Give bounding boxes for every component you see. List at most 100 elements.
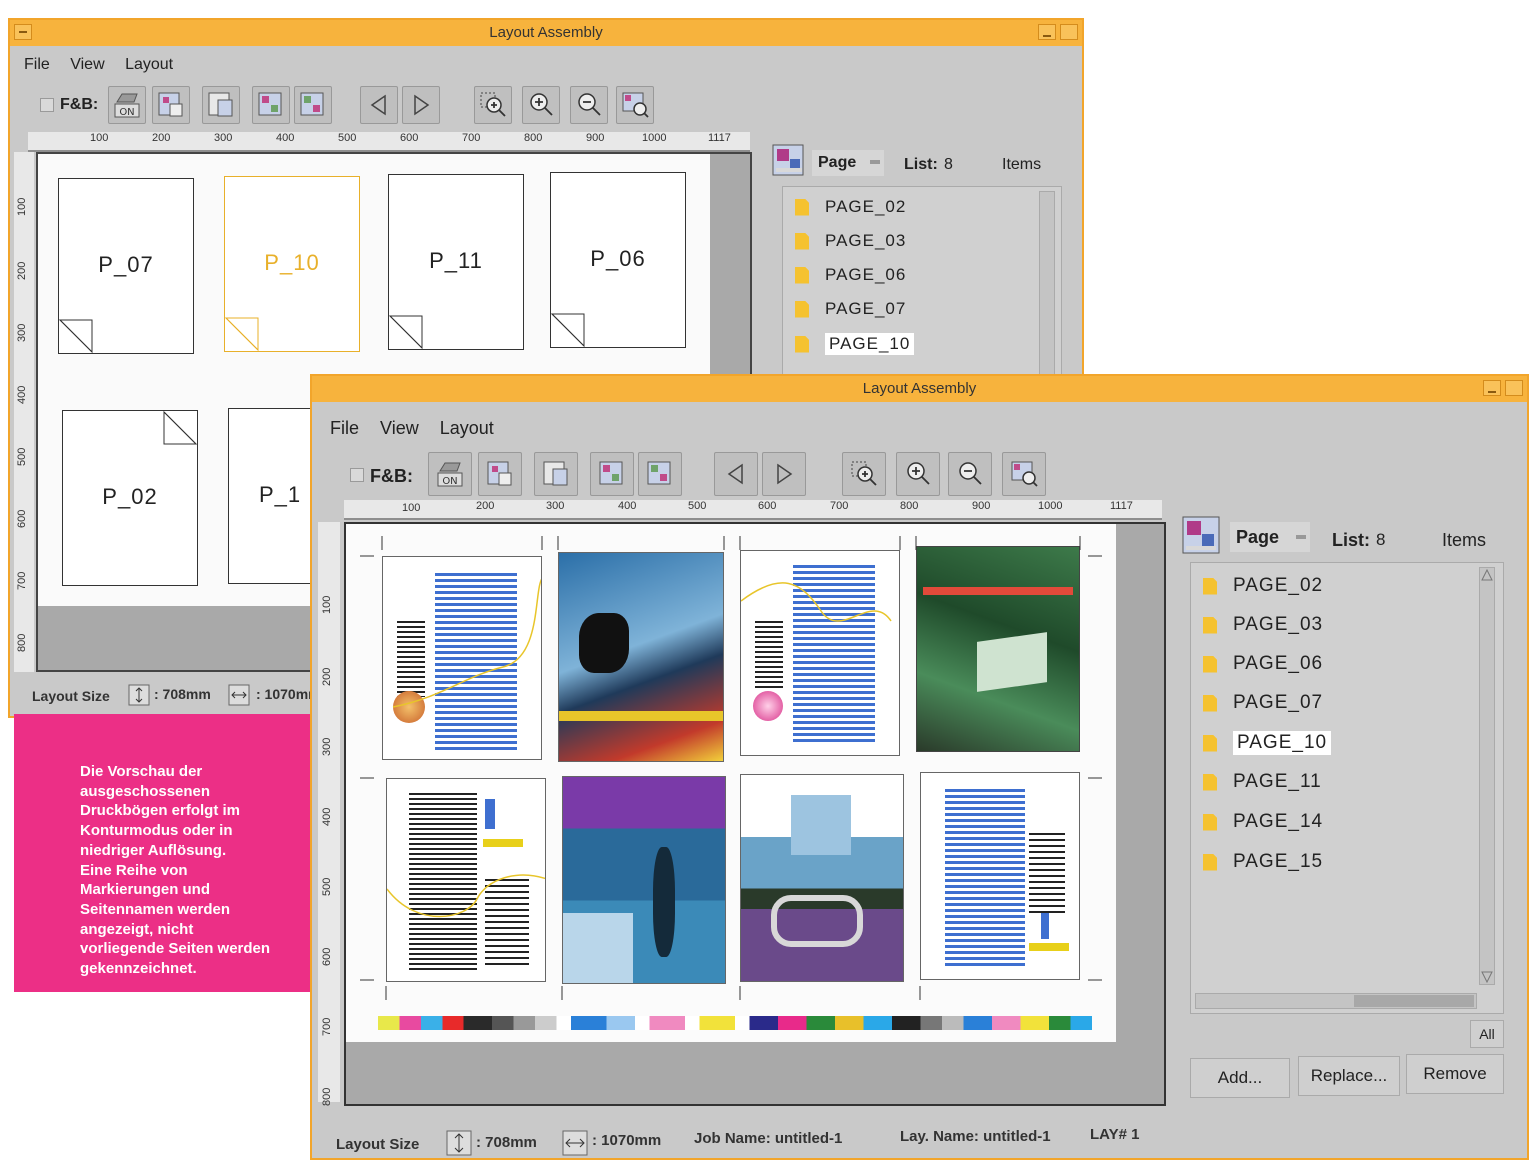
front-layout-canvas[interactable] [344, 522, 1166, 1106]
front-minimize-button[interactable] [1483, 380, 1501, 396]
right-arrow-icon [414, 94, 430, 116]
back-prev-button[interactable] [360, 86, 398, 124]
back-next-button[interactable] [402, 86, 440, 124]
sheet-layout-icon [158, 92, 183, 117]
back-page-p11[interactable]: P_11 [388, 174, 524, 350]
back-sheet-front-button[interactable] [152, 86, 190, 124]
list-item[interactable]: PAGE_14 [1203, 811, 1323, 833]
back-remove-sheet-button[interactable] [294, 86, 332, 124]
back-minimize-button[interactable] [1038, 24, 1056, 40]
front-menu-file[interactable]: File [330, 418, 359, 439]
front-list-vertical-scrollbar[interactable] [1479, 567, 1495, 985]
front-add-sheet-button[interactable] [590, 452, 634, 496]
back-menu-view[interactable]: View [70, 56, 104, 74]
back-toolbar: F&B: ON [10, 82, 1082, 126]
back-page-p10[interactable]: P_10 [224, 176, 360, 352]
page-file-icon [795, 335, 809, 353]
back-title-bar[interactable]: Layout Assembly [10, 20, 1082, 46]
front-remove-sheet-button[interactable] [638, 452, 682, 496]
back-vertical-ruler: 100 200 300 400 500 600 700 800 [14, 152, 34, 672]
front-maximize-button[interactable] [1505, 380, 1523, 396]
front-on-toggle-button[interactable]: ON [428, 452, 472, 496]
list-item[interactable]: PAGE_15 [1203, 851, 1323, 873]
front-ruler-h-700: 700 [830, 500, 849, 512]
front-sheet-front-button[interactable] [478, 452, 522, 496]
front-list-item-label: PAGE_10 [1233, 731, 1332, 755]
front-sheet-back-button[interactable] [534, 452, 578, 496]
front-list-horizontal-scrollbar[interactable] [1195, 993, 1477, 1009]
front-page-panel: Page List: 8 Items PAGE_02 PAGE_03 PAGE_… [1178, 506, 1518, 1116]
chevron-down-icon [1296, 535, 1306, 539]
replace-button[interactable]: Replace... [1298, 1056, 1400, 1096]
back-page-list[interactable]: PAGE_02 PAGE_03 PAGE_06 PAGE_07 PAGE_10 [782, 186, 1062, 382]
front-zoom-fit-button[interactable] [1002, 452, 1046, 496]
front-zoom-out-button[interactable] [948, 452, 992, 496]
back-ruler-h-100: 100 [90, 132, 109, 144]
list-item[interactable]: PAGE_11 [1203, 771, 1322, 793]
front-page-type-dropdown[interactable]: Page [1230, 522, 1310, 552]
back-zoom-out-button[interactable] [570, 86, 608, 124]
back-page-p06[interactable]: P_06 [550, 172, 686, 348]
list-item[interactable]: PAGE_02 [795, 197, 906, 217]
back-ruler-v-500: 500 [16, 447, 28, 466]
back-zoom-fit-button[interactable] [616, 86, 654, 124]
list-item[interactable]: PAGE_03 [1203, 614, 1323, 636]
right-arrow-icon [777, 463, 793, 485]
back-menu-layout[interactable]: Layout [125, 56, 173, 74]
back-maximize-button[interactable] [1060, 24, 1078, 40]
front-title-bar[interactable]: Layout Assembly [312, 376, 1527, 402]
list-item-selected[interactable]: PAGE_10 [1203, 731, 1332, 755]
height-icon [446, 1130, 472, 1156]
front-ruler-v-100: 100 [321, 595, 333, 614]
front-menu-layout[interactable]: Layout [440, 418, 494, 439]
back-page-p1x-label: P_1 [259, 482, 302, 508]
caption-line: gekennzeichnet. [80, 960, 197, 978]
list-item[interactable]: PAGE_02 [1203, 575, 1323, 597]
chevron-down-icon [870, 160, 880, 164]
front-zoom-in-button[interactable] [896, 452, 940, 496]
add-button[interactable]: Add... [1190, 1058, 1290, 1098]
back-fb-checkbox[interactable] [40, 98, 54, 112]
back-page-type-dropdown[interactable]: Page [812, 150, 884, 176]
front-list-item-label: PAGE_06 [1233, 653, 1324, 674]
back-menu-file[interactable]: File [24, 56, 50, 74]
front-toolbar: F&B: ON [312, 446, 1527, 496]
back-page-panel: Page List: 8 Items PAGE_02 PAGE_03 PAGE_… [766, 138, 1076, 382]
page-list-icon [1182, 516, 1220, 554]
front-fb-checkbox[interactable] [350, 468, 364, 482]
crop-marks [360, 536, 1102, 1000]
list-item[interactable]: PAGE_06 [795, 265, 906, 285]
list-item[interactable]: PAGE_06 [1203, 653, 1323, 675]
front-next-button[interactable] [762, 452, 806, 496]
scrollbar-thumb[interactable] [1354, 995, 1474, 1007]
back-page-p02[interactable]: P_02 [62, 410, 198, 586]
back-window-menu-button[interactable] [14, 24, 32, 40]
back-add-sheet-button[interactable] [252, 86, 290, 124]
scroll-down-icon[interactable] [1480, 970, 1494, 984]
scroll-up-icon[interactable] [1480, 568, 1494, 582]
missing-page-corner-icon [59, 319, 93, 353]
front-list-item-label: PAGE_03 [1233, 614, 1324, 635]
page-list-icon [772, 144, 804, 176]
list-item-selected[interactable]: PAGE_10 [795, 333, 915, 355]
remove-button[interactable]: Remove [1406, 1054, 1504, 1094]
all-button[interactable]: All [1470, 1020, 1504, 1048]
back-on-toggle-button[interactable]: ON [108, 86, 146, 124]
back-zoom-area-button[interactable] [474, 86, 512, 124]
front-zoom-area-button[interactable] [842, 452, 886, 496]
back-sheet-back-button[interactable] [202, 86, 240, 124]
list-item[interactable]: PAGE_03 [795, 231, 906, 251]
back-zoom-in-button[interactable] [522, 86, 560, 124]
list-item[interactable]: PAGE_07 [1203, 692, 1323, 714]
front-page-list[interactable]: PAGE_02 PAGE_03 PAGE_06 PAGE_07 PAGE_10 … [1190, 562, 1504, 1014]
front-prev-button[interactable] [714, 452, 758, 496]
back-page-p06-label: P_06 [590, 246, 646, 272]
back-page-p07[interactable]: P_07 [58, 178, 194, 354]
front-ruler-h-300: 300 [546, 500, 565, 512]
front-ruler-h-400: 400 [618, 500, 637, 512]
front-menu-view[interactable]: View [380, 418, 419, 439]
back-list-scrollbar[interactable] [1039, 191, 1055, 381]
back-list-item-label: PAGE_06 [825, 265, 907, 284]
list-item[interactable]: PAGE_07 [795, 299, 906, 319]
missing-page-corner-icon [163, 411, 197, 445]
